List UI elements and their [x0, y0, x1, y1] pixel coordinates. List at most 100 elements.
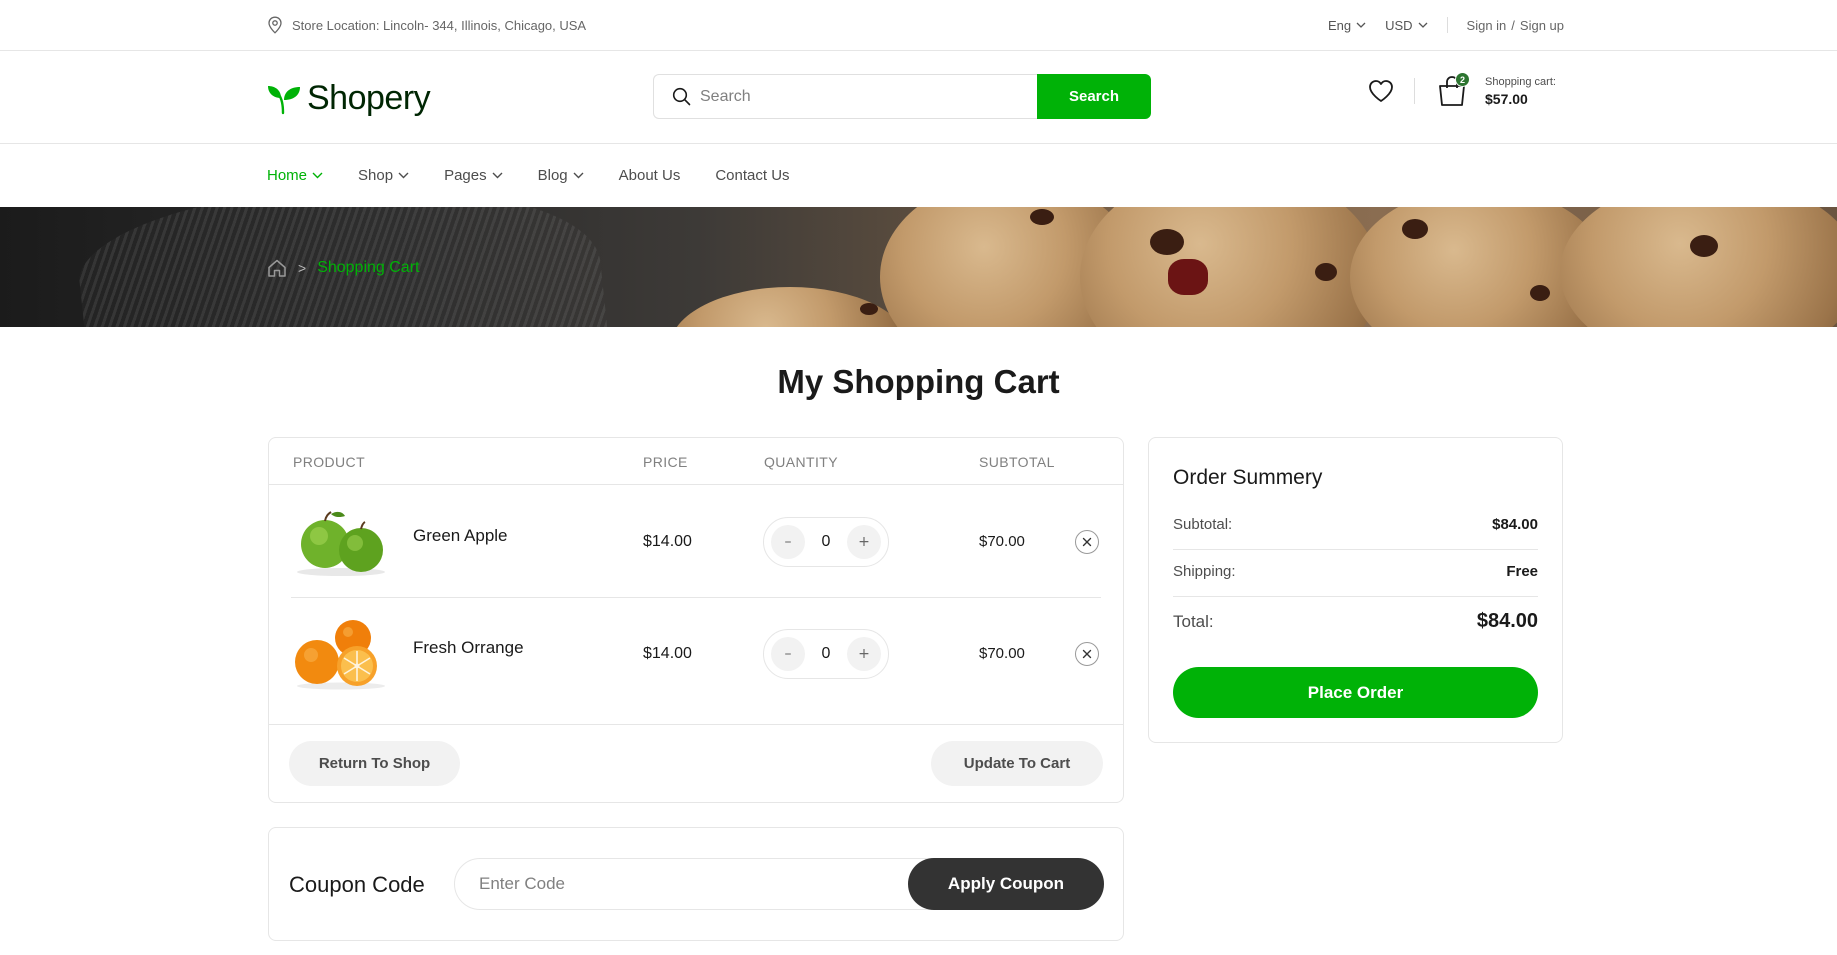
chevron-down-icon	[1418, 22, 1427, 28]
coupon-input[interactable]	[479, 874, 879, 894]
quantity-decrease-button[interactable]: –	[771, 637, 805, 671]
home-icon[interactable]	[267, 258, 287, 278]
topbar-divider	[1446, 17, 1448, 33]
quantity-stepper: – 0 +	[763, 629, 889, 679]
subtotal-label: Subtotal:	[1173, 516, 1233, 533]
heart-icon[interactable]	[1368, 79, 1394, 103]
cart-summary[interactable]: Shopping cart: $57.00	[1485, 76, 1556, 107]
place-order-button[interactable]: Place Order	[1173, 667, 1538, 718]
main-nav: Home Shop Pages Blog About Us Contact Us	[267, 144, 825, 207]
remove-item-button[interactable]	[1075, 530, 1099, 554]
auth-separator: /	[1511, 17, 1515, 33]
header-product: PRODUCT	[293, 454, 366, 470]
summary-subtotal-row: Subtotal: $84.00	[1173, 516, 1538, 533]
chevron-down-icon	[573, 172, 584, 179]
banner-cherry	[1168, 259, 1208, 295]
banner-chocolate-chip	[1315, 263, 1337, 281]
cart-button[interactable]: 2	[1437, 72, 1470, 107]
nav-item-home[interactable]: Home	[267, 167, 323, 184]
header-actions: 2 Shopping cart: $57.00	[1368, 72, 1556, 107]
summary-total-row: Total: $84.00	[1173, 610, 1538, 633]
auth-links: Sign in / Sign up	[1467, 18, 1564, 33]
currency-select[interactable]: USD	[1385, 18, 1427, 33]
summary-shipping-row: Shipping: Free	[1173, 563, 1538, 580]
nav-item-contact[interactable]: Contact Us	[715, 167, 789, 184]
quantity-value[interactable]: 0	[822, 533, 831, 551]
store-location: Store Location: Lincoln- 344, Illinois, …	[267, 16, 586, 34]
remove-item-button[interactable]	[1075, 642, 1099, 666]
quantity-increase-button[interactable]: +	[847, 525, 881, 559]
header-quantity: QUANTITY	[764, 454, 838, 470]
banner-chocolate-chip	[1150, 229, 1184, 255]
page-title: My Shopping Cart	[777, 363, 1060, 400]
language-value: Eng	[1327, 17, 1352, 33]
top-bar: Store Location: Lincoln- 344, Illinois, …	[0, 0, 1837, 51]
quantity-decrease-button[interactable]: –	[771, 525, 805, 559]
banner-chocolate-chip	[1402, 219, 1428, 239]
summary-divider	[1173, 596, 1538, 597]
chevron-down-icon	[1356, 22, 1366, 28]
cart-table: PRODUCT PRICE QUANTITY SUBTOTAL Green Ap…	[268, 437, 1124, 803]
nav-item-shop[interactable]: Shop	[358, 167, 409, 184]
subtotal-value: $84.00	[1492, 516, 1538, 533]
search-icon	[672, 87, 691, 106]
sign-up-link[interactable]: Sign up	[1520, 18, 1564, 33]
product-name[interactable]: Fresh Orrange	[413, 638, 524, 658]
main-header: Shopery Search 2 Shopping cart: $57.00	[0, 51, 1837, 144]
sign-in-link[interactable]: Sign in	[1467, 18, 1507, 33]
shipping-label: Shipping:	[1173, 563, 1236, 580]
banner-chocolate-chip	[1530, 285, 1550, 301]
return-to-shop-button[interactable]: Return To Shop	[289, 741, 460, 786]
fresh-orange-image	[295, 620, 385, 690]
cart-count-badge: 2	[1455, 72, 1470, 87]
table-row: Fresh Orrange $14.00 – 0 + $70.00	[269, 598, 1123, 710]
close-icon	[1082, 537, 1092, 547]
summary-divider	[1173, 549, 1538, 550]
quantity-value[interactable]: 0	[822, 645, 831, 663]
nav-label: Home	[267, 167, 308, 184]
product-name[interactable]: Green Apple	[413, 526, 508, 546]
table-row: Green Apple $14.00 – 0 + $70.00	[269, 486, 1123, 598]
breadcrumb-current: Shopping Cart	[317, 259, 420, 276]
breadcrumb: > Shopping Cart	[267, 258, 419, 278]
logo[interactable]: Shopery	[267, 79, 431, 118]
leaf-logo-icon	[268, 85, 300, 114]
close-icon	[1082, 649, 1092, 659]
cart-label: Shopping cart:	[1485, 75, 1556, 88]
banner-cookie	[1560, 207, 1837, 327]
product-subtotal: $70.00	[979, 533, 1025, 550]
nav-item-pages[interactable]: Pages	[444, 167, 503, 184]
nav-label: Contact Us	[715, 167, 790, 184]
search-field[interactable]	[653, 74, 1037, 119]
cart-total: $57.00	[1485, 90, 1528, 107]
location-pin-icon	[268, 16, 282, 34]
nav-label: Pages	[444, 167, 487, 184]
chevron-down-icon	[312, 172, 323, 179]
shipping-value: Free	[1506, 563, 1538, 580]
search-input[interactable]	[700, 87, 1020, 106]
nav-label: About Us	[618, 167, 681, 184]
coupon-label: Coupon Code	[289, 872, 425, 897]
update-cart-button[interactable]: Update To Cart	[931, 741, 1103, 786]
product-price: $14.00	[643, 533, 692, 550]
nav-item-blog[interactable]: Blog	[538, 167, 584, 184]
banner-chocolate-chip	[1690, 235, 1718, 257]
green-apple-image	[297, 511, 385, 576]
summary-title: Order Summery	[1173, 466, 1323, 489]
header-price: PRICE	[643, 454, 688, 470]
chevron-down-icon	[398, 172, 409, 179]
total-value: $84.00	[1476, 610, 1538, 632]
product-subtotal: $70.00	[979, 645, 1025, 662]
apply-coupon-button[interactable]: Apply Coupon	[908, 858, 1104, 910]
search-button[interactable]: Search	[1037, 74, 1151, 119]
logo-text: Shopery	[307, 79, 431, 117]
quantity-stepper: – 0 +	[763, 517, 889, 567]
nav-item-about[interactable]: About Us	[619, 167, 681, 184]
order-summary: Order Summery Subtotal: $84.00 Shipping:…	[1148, 437, 1563, 743]
coupon-section: Coupon Code Apply Coupon	[268, 827, 1124, 941]
language-select[interactable]: Eng	[1328, 18, 1366, 33]
nav-label: Shop	[358, 167, 394, 184]
nav-label: Blog	[537, 167, 568, 184]
currency-value: USD	[1385, 17, 1413, 33]
quantity-increase-button[interactable]: +	[847, 637, 881, 671]
